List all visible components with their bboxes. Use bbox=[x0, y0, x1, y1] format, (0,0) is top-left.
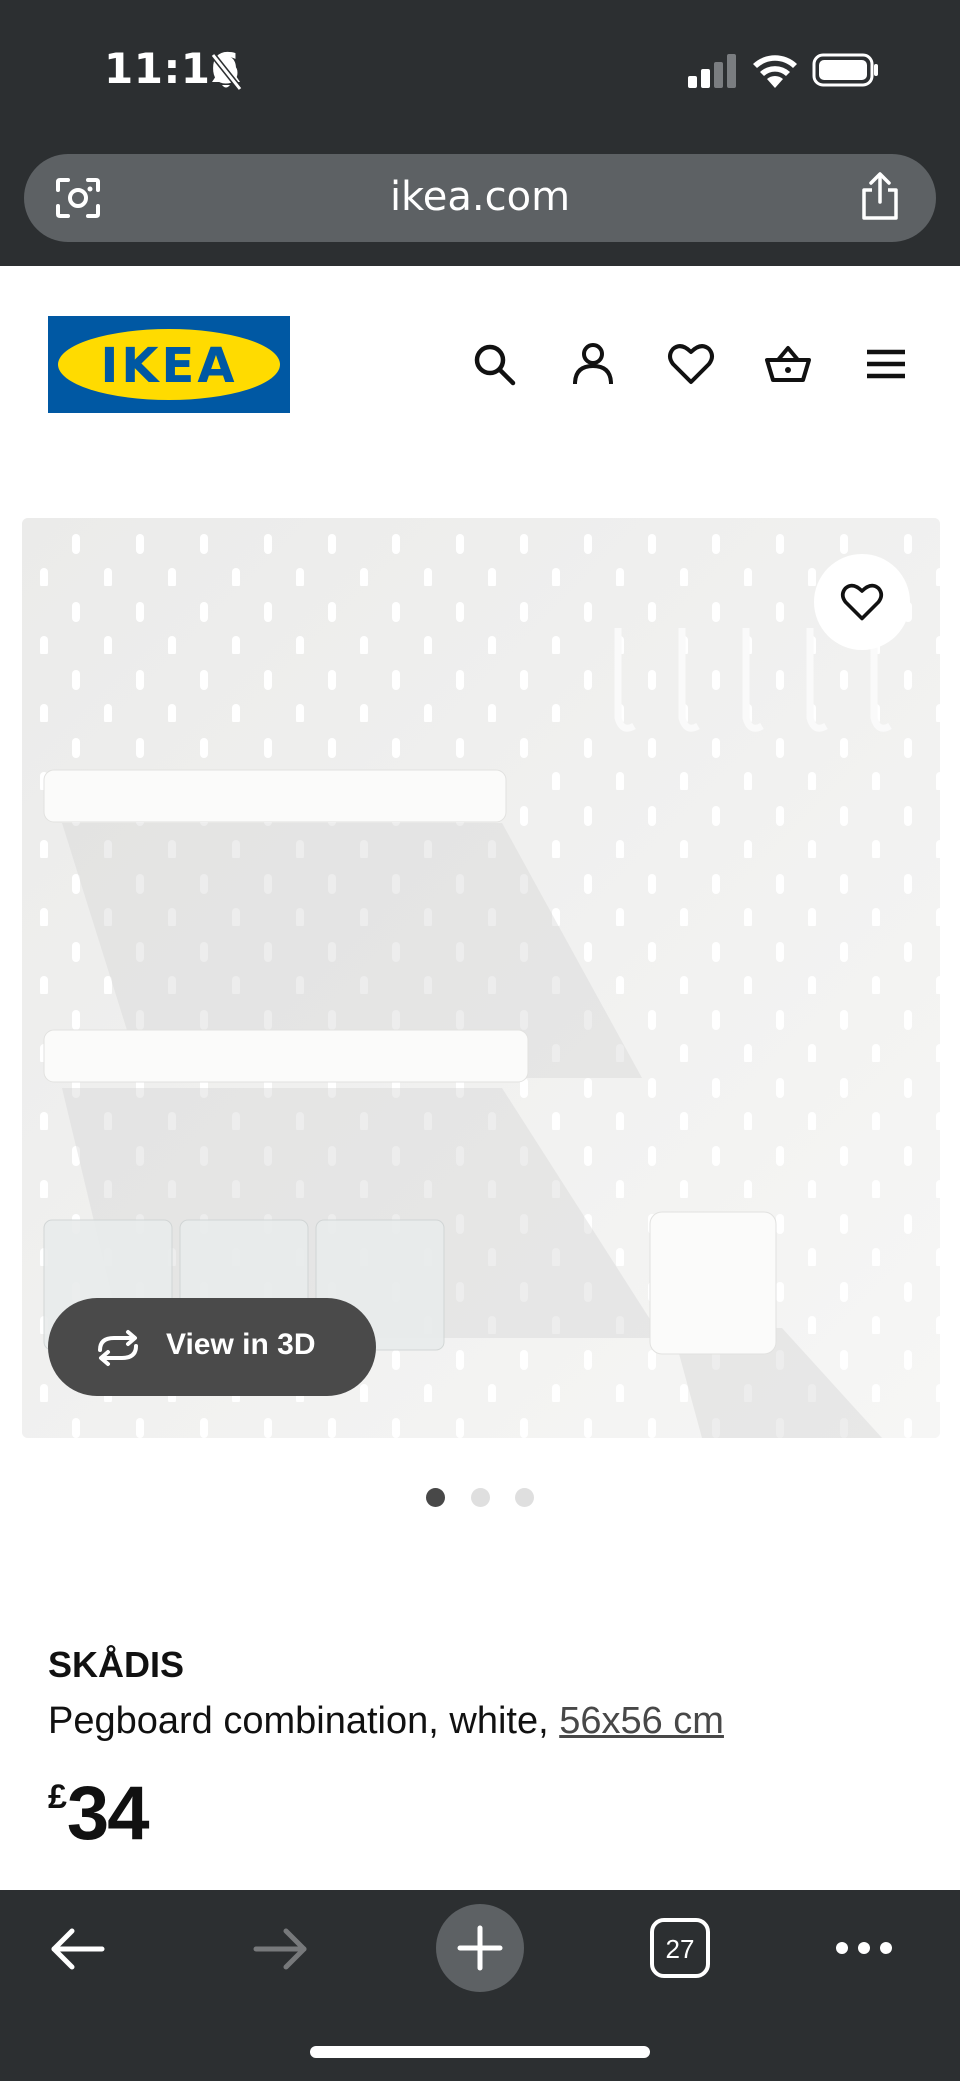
share-icon[interactable] bbox=[858, 172, 902, 222]
cellular-signal-icon bbox=[688, 54, 736, 88]
tabs-button[interactable]: 27 bbox=[650, 1918, 710, 1978]
image-pagination bbox=[0, 1488, 960, 1511]
size-link[interactable]: 56x56 cm bbox=[559, 1700, 724, 1742]
bell-muted-icon bbox=[210, 53, 243, 91]
logo-text: IKEA bbox=[100, 338, 238, 394]
new-tab-button[interactable] bbox=[436, 1904, 524, 1992]
pagination-dot[interactable] bbox=[514, 1488, 534, 1507]
address-bar[interactable]: ikea.com bbox=[24, 154, 936, 242]
product-name: SKÅDIS bbox=[48, 1644, 185, 1685]
pagination-dot[interactable] bbox=[426, 1488, 446, 1507]
product-price: £34 bbox=[48, 1770, 150, 1857]
browser-bottom-bar: 27 bbox=[0, 1890, 960, 2081]
forward-arrow-icon[interactable] bbox=[250, 1924, 310, 1974]
product-description-text: Pegboard combination, white, bbox=[48, 1700, 560, 1742]
ikea-logo[interactable]: IKEA bbox=[48, 316, 290, 413]
basket-icon[interactable] bbox=[764, 340, 812, 388]
heart-icon bbox=[840, 583, 884, 621]
wifi-icon bbox=[753, 55, 797, 88]
home-indicator bbox=[310, 2046, 650, 2058]
product-description: Pegboard combination, white, 56x56 cm bbox=[48, 1700, 724, 1743]
battery-icon bbox=[812, 53, 878, 87]
save-to-favourites-button[interactable] bbox=[814, 554, 910, 650]
pagination-dot[interactable] bbox=[470, 1488, 490, 1507]
view-in-3d-button[interactable]: View in 3D bbox=[48, 1298, 376, 1396]
site-header: IKEA bbox=[0, 266, 960, 456]
tab-count: 27 bbox=[665, 1934, 695, 1964]
price-amount: 34 bbox=[66, 1771, 150, 1856]
heart-icon[interactable] bbox=[667, 340, 715, 388]
view-in-3d-label: View in 3D bbox=[166, 1328, 316, 1361]
price-currency: £ bbox=[48, 1778, 67, 1816]
menu-icon[interactable] bbox=[862, 340, 910, 388]
more-options-icon[interactable] bbox=[834, 1940, 894, 1956]
back-arrow-icon[interactable] bbox=[48, 1924, 108, 1974]
plus-icon bbox=[457, 1925, 503, 1971]
browser-top-bar: 11:16 ikea.com bbox=[0, 0, 960, 266]
search-icon[interactable] bbox=[470, 340, 518, 388]
account-icon[interactable] bbox=[569, 340, 617, 388]
rotate-3d-icon bbox=[98, 1330, 138, 1366]
url-text[interactable]: ikea.com bbox=[24, 174, 936, 220]
